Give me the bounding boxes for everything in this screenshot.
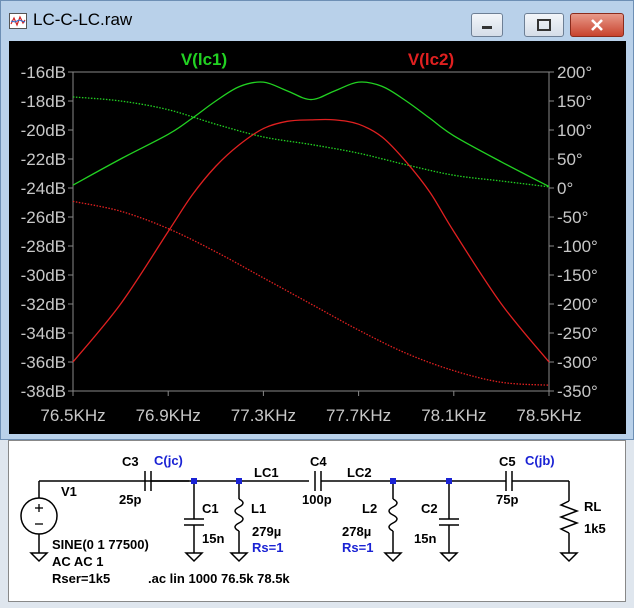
y-left-tick-label: -24dB (21, 179, 66, 198)
waveform-plot[interactable]: -16dB -18dB -20dB -22dB -24dB -26dB -28dB -30dB… (9, 41, 626, 434)
minimize-button[interactable] (471, 13, 503, 37)
v1-value[interactable]: SINE(0 1 77500) (52, 537, 149, 552)
x-tick-label: 76.5KHz (40, 406, 105, 425)
c1-value[interactable]: 15n (202, 531, 224, 546)
rl-value[interactable]: 1k5 (584, 521, 606, 536)
y-right-tick-label: 200° (557, 63, 592, 82)
maximize-icon (537, 19, 551, 31)
waveform-chart: -16dB -18dB -20dB -22dB -24dB -26dB -28dB -30dB… (21, 50, 598, 425)
y-left-tick-label: -20dB (21, 121, 66, 140)
l2-value[interactable]: 278µ (342, 524, 371, 539)
y-right-tick-label: -100° (557, 237, 598, 256)
v1-rser[interactable]: Rser=1k5 (52, 571, 110, 586)
lc2-label[interactable]: LC2 (347, 465, 372, 480)
y-right-tick-label: 100° (557, 121, 592, 140)
y-right-tick-label: -200° (557, 295, 598, 314)
ac-directive[interactable]: .ac lin 1000 76.5k 78.5k (148, 571, 290, 586)
series-vlc2-magnitude (72, 118, 550, 363)
series-vlc1-phase (72, 96, 550, 188)
c5-value[interactable]: 75p (496, 492, 518, 507)
c2-value[interactable]: 15n (414, 531, 436, 546)
y-left-tick-label: -26dB (21, 208, 66, 227)
y-right-tick-label: -50° (557, 208, 588, 227)
series-vlc1-magnitude (72, 81, 550, 188)
y-right-tick-label: -350° (557, 382, 598, 401)
c5-label[interactable]: C5 (499, 454, 516, 469)
c2-label[interactable]: C2 (421, 501, 438, 516)
l1-label[interactable]: L1 (251, 501, 266, 516)
v1-ac[interactable]: AC AC 1 (52, 554, 104, 569)
y-left-tick-label: -36dB (21, 353, 66, 372)
y-left-tick-label: -30dB (21, 266, 66, 285)
y-right-tick-label: -150° (557, 266, 598, 285)
x-tick-label: 78.1KHz (421, 406, 486, 425)
c1-label[interactable]: C1 (202, 501, 219, 516)
x-tick-label: 78.5KHz (516, 406, 581, 425)
close-icon (591, 19, 603, 31)
title-bar[interactable]: LC-C-LC.raw (1, 1, 633, 37)
y-left-tick-label: -32dB (21, 295, 66, 314)
maximize-button[interactable] (524, 13, 564, 37)
y-left-tick-label: -38dB (21, 382, 66, 401)
x-tick-label: 77.3KHz (231, 406, 296, 425)
y-left-tick-label: -18dB (21, 92, 66, 111)
trace-label-lc1: V(lc1) (181, 50, 227, 69)
c3-label[interactable]: C3 (122, 454, 139, 469)
l2-label[interactable]: L2 (362, 501, 377, 516)
x-tick-label: 76.9KHz (136, 406, 201, 425)
y-left-tick-label: -28dB (21, 237, 66, 256)
waveform-app-icon (9, 13, 27, 29)
l1-value[interactable]: 279µ (252, 524, 281, 539)
lc1-label[interactable]: LC1 (254, 465, 279, 480)
c4-value[interactable]: 100p (302, 492, 332, 507)
trace-label-lc2: V(lc2) (408, 50, 454, 69)
ground-icons (29, 552, 579, 563)
voltage-source-icon (20, 497, 58, 535)
y-left-tick-label: -22dB (21, 150, 66, 169)
plot-window: LC-C-LC.raw -16dB -18dB -20dB -22dB -24dB -26… (0, 0, 634, 440)
y-right-tick-label: -300° (557, 353, 598, 372)
y-right-tick-label: -250° (557, 324, 598, 343)
net-jc-label[interactable]: C(jc) (154, 453, 183, 468)
l1-rs[interactable]: Rs=1 (252, 540, 283, 555)
schematic-panel[interactable]: C3 C(jc) 25p LC1 C1 15n L1 279µ Rs=1 C4 … (8, 440, 626, 602)
l2-rs[interactable]: Rs=1 (342, 540, 373, 555)
minimize-icon (482, 26, 492, 29)
y-right-tick-label: 0° (557, 179, 573, 198)
net-jb-label[interactable]: C(jb) (525, 453, 555, 468)
v1-label[interactable]: V1 (61, 484, 77, 499)
y-right-tick-label: 50° (557, 150, 583, 169)
y-right-tick-label: 150° (557, 92, 592, 111)
series-vlc2-phase (72, 200, 550, 386)
y-left-tick-label: -34dB (21, 324, 66, 343)
close-button[interactable] (570, 13, 624, 37)
y-left-tick-label: -16dB (21, 63, 66, 82)
c3-value[interactable]: 25p (119, 492, 141, 507)
window-title: LC-C-LC.raw (33, 10, 133, 29)
c4-label[interactable]: C4 (310, 454, 327, 469)
x-tick-label: 77.7KHz (326, 406, 391, 425)
rl-label[interactable]: RL (584, 499, 601, 514)
